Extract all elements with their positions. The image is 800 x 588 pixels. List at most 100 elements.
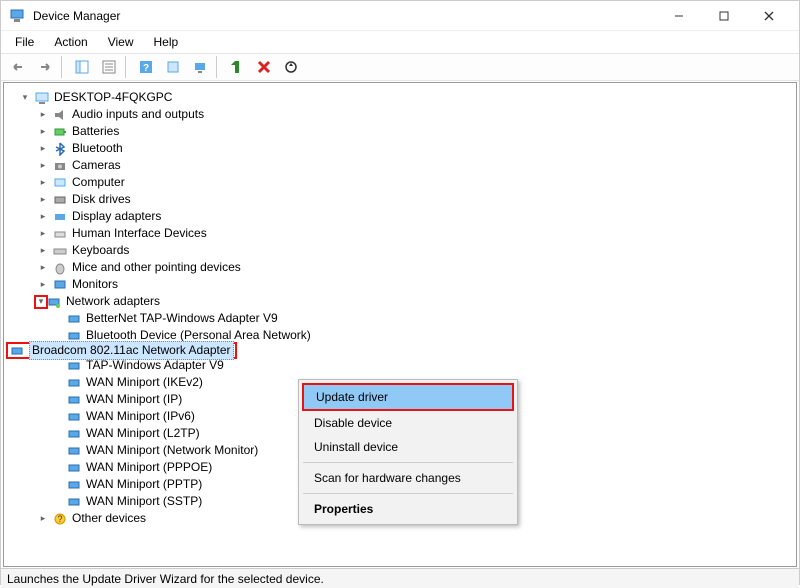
device-label: WAN Miniport (IP) [86,391,182,408]
chevron-right-icon[interactable]: ▸ [36,210,50,224]
toolbar: ? [1,53,799,81]
device-label: TAP-Windows Adapter V9 [86,357,224,374]
context-properties[interactable]: Properties [302,497,514,521]
device-label: WAN Miniport (L2TP) [86,425,200,442]
device-betternet[interactable]: BetterNet TAP-Windows Adapter V9 [8,310,792,327]
category-cameras[interactable]: ▸ Cameras [8,157,792,174]
network-adapter-icon [9,343,25,359]
chevron-right-icon[interactable]: ▸ [36,278,50,292]
category-label: Monitors [72,276,118,293]
device-label: WAN Miniport (SSTP) [86,493,202,510]
chevron-right-icon[interactable]: ▸ [36,125,50,139]
mouse-icon [52,260,68,276]
display-adapter-icon [52,209,68,225]
network-adapter-icon [66,460,82,476]
network-adapter-icon [66,477,82,493]
forward-button[interactable] [33,55,57,79]
menu-action[interactable]: Action [46,33,95,51]
category-label: Computer [72,174,125,191]
chevron-down-icon[interactable]: ▾ [18,91,32,105]
context-menu: Update driver Disable device Uninstall d… [298,379,518,525]
chevron-right-icon[interactable]: ▸ [36,261,50,275]
category-monitors[interactable]: ▸ Monitors [8,276,792,293]
menu-help[interactable]: Help [146,33,187,51]
category-display[interactable]: ▸ Display adapters [8,208,792,225]
network-adapter-icon [66,443,82,459]
category-disk[interactable]: ▸ Disk drives [8,191,792,208]
root-label: DESKTOP-4FQKGPC [54,89,172,106]
category-label: Audio inputs and outputs [72,106,204,123]
chevron-right-icon[interactable]: ▸ [36,142,50,156]
chevron-right-icon[interactable]: ▸ [36,227,50,241]
category-keyboards[interactable]: ▸ Keyboards [8,242,792,259]
maximize-button[interactable] [701,2,746,30]
update-driver-button[interactable] [279,55,303,79]
device-label: WAN Miniport (Network Monitor) [86,442,258,459]
menu-file[interactable]: File [7,33,42,51]
context-update-driver[interactable]: Update driver [302,383,514,411]
battery-icon [52,124,68,140]
device-label: WAN Miniport (IKEv2) [86,374,203,391]
chevron-right-icon[interactable]: ▸ [36,244,50,258]
chevron-right-icon[interactable]: ▸ [36,176,50,190]
context-separator [303,493,513,494]
properties-button[interactable] [97,55,121,79]
svg-text:?: ? [57,514,62,524]
chevron-right-icon[interactable]: ▸ [36,193,50,207]
content-pane: ▾ DESKTOP-4FQKGPC ▸ Audio inputs and out… [3,82,797,567]
category-label: Mice and other pointing devices [72,259,241,276]
disk-icon [52,192,68,208]
window-title: Device Manager [33,9,656,23]
minimize-button[interactable] [656,2,701,30]
keyboard-icon [52,243,68,259]
context-separator [303,462,513,463]
context-scan-hardware[interactable]: Scan for hardware changes [302,466,514,490]
device-label: WAN Miniport (PPTP) [86,476,202,493]
network-adapter-icon [66,426,82,442]
context-menu-label: Uninstall device [314,440,398,454]
context-menu-label: Scan for hardware changes [314,471,461,485]
root-computer[interactable]: ▾ DESKTOP-4FQKGPC [8,89,792,106]
hid-icon [52,226,68,242]
device-label: BetterNet TAP-Windows Adapter V9 [86,310,278,327]
network-adapter-icon [66,358,82,374]
other-devices-icon: ? [52,511,68,527]
back-button[interactable] [6,55,30,79]
audio-icon [52,107,68,123]
new-window-button[interactable] [161,55,185,79]
context-menu-label: Disable device [314,416,392,430]
context-menu-label: Properties [314,502,373,516]
enable-device-button[interactable] [225,55,249,79]
device-tap-windows[interactable]: TAP-Windows Adapter V9 [8,357,792,374]
chevron-right-icon[interactable]: ▸ [36,159,50,173]
chevron-right-icon[interactable]: ▸ [36,512,50,526]
category-batteries[interactable]: ▸ Batteries [8,123,792,140]
close-button[interactable] [746,2,791,30]
network-adapter-icon [66,375,82,391]
computer-icon [52,175,68,191]
titlebar: Device Manager [1,1,799,31]
chevron-right-icon[interactable]: ▸ [36,108,50,122]
category-computer[interactable]: ▸ Computer [8,174,792,191]
svg-text:?: ? [143,63,149,74]
category-label: Bluetooth [72,140,123,157]
category-label: Human Interface Devices [72,225,207,242]
camera-icon [52,158,68,174]
scan-hardware-button[interactable] [188,55,212,79]
device-label: WAN Miniport (IPv6) [86,408,195,425]
context-uninstall-device[interactable]: Uninstall device [302,435,514,459]
category-bluetooth[interactable]: ▸ Bluetooth [8,140,792,157]
category-label: Batteries [72,123,119,140]
category-audio[interactable]: ▸ Audio inputs and outputs [8,106,792,123]
menu-view[interactable]: View [100,33,142,51]
category-label: Display adapters [72,208,161,225]
category-label: Other devices [72,510,146,527]
context-disable-device[interactable]: Disable device [302,411,514,435]
help-button[interactable]: ? [134,55,158,79]
category-network-adapters[interactable]: ▾ Network adapters [8,293,792,310]
category-hid[interactable]: ▸ Human Interface Devices [8,225,792,242]
category-mice[interactable]: ▸ Mice and other pointing devices [8,259,792,276]
category-label: Network adapters [66,293,160,310]
uninstall-device-button[interactable] [252,55,276,79]
show-hide-tree-button[interactable] [70,55,94,79]
